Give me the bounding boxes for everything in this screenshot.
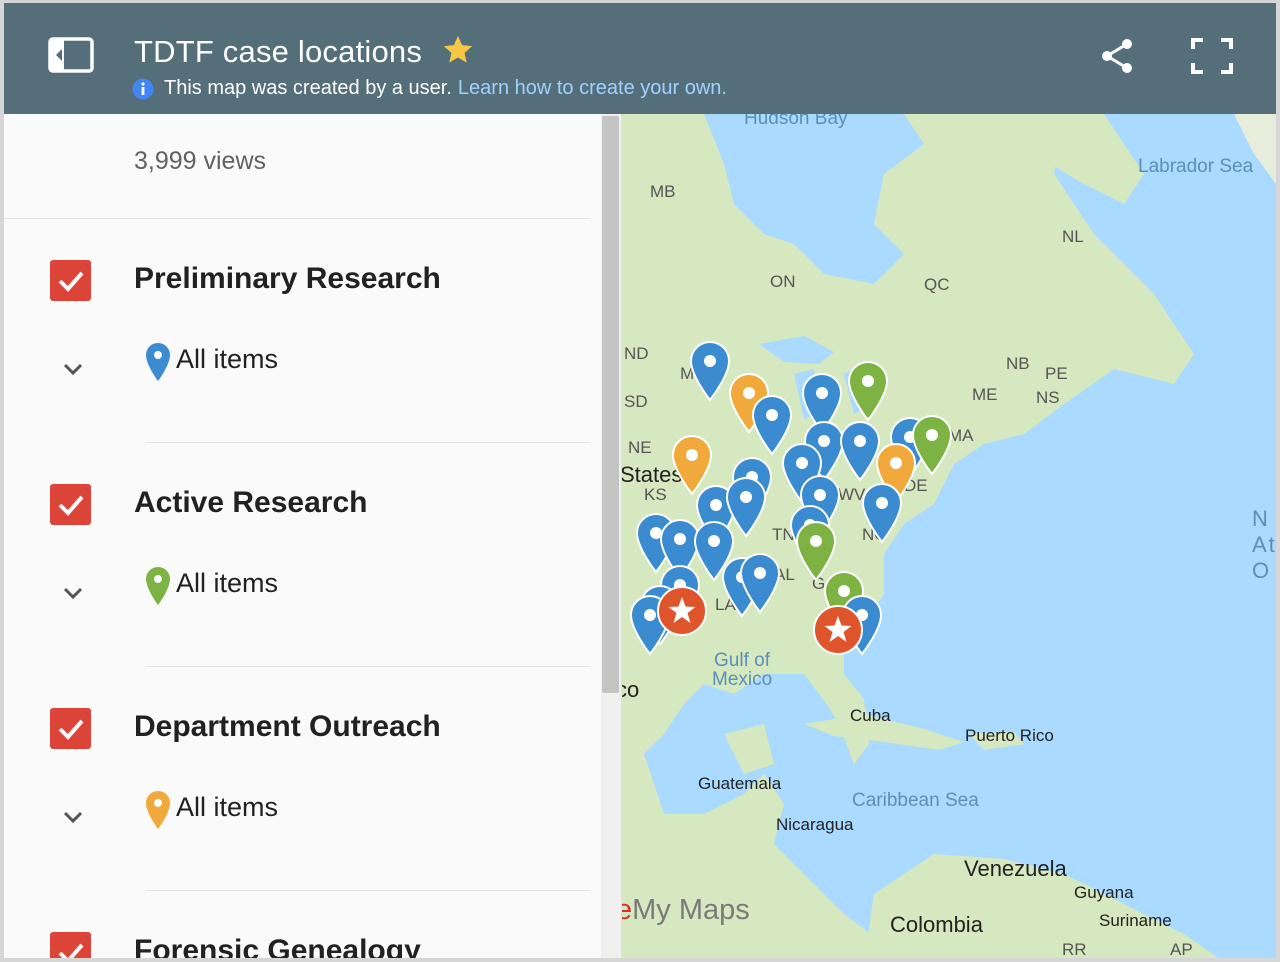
layer-title-department-outreach: Department Outreach [134, 710, 441, 743]
map-star-marker[interactable] [812, 604, 864, 656]
label-mexico-water: Mexico [712, 669, 773, 690]
label-puerto-rico: Puerto Rico [965, 726, 1054, 745]
label-ks: KS [644, 485, 667, 504]
map-header: TDTF case locations This map was created… [4, 3, 1276, 114]
layer-checkbox-department-outreach[interactable] [50, 708, 91, 749]
label-qc: QC [924, 275, 950, 294]
sidebar-toggle-icon[interactable] [48, 37, 94, 73]
star-icon[interactable] [441, 33, 475, 67]
label-labrador-sea: Labrador Sea [1138, 156, 1254, 177]
layer-item-all-active[interactable]: All items [176, 568, 278, 599]
label-north-atlantic: N At O [1252, 506, 1276, 583]
label-mb: MB [650, 182, 676, 201]
check-icon [58, 719, 84, 740]
pin-orange-icon [146, 791, 170, 829]
chevron-down-icon[interactable] [60, 583, 86, 603]
map-pin-blue[interactable] [860, 482, 904, 544]
pin-green-icon [146, 567, 170, 605]
label-colombia: Colombia [890, 912, 983, 937]
map-pin-green[interactable] [910, 414, 954, 476]
divider [146, 890, 590, 891]
layer-checkbox-preliminary-research[interactable] [50, 260, 91, 301]
chevron-down-icon[interactable] [60, 359, 86, 379]
label-hudson-bay: Hudson Bay [744, 114, 848, 129]
chevron-down-icon[interactable] [60, 807, 86, 827]
label-guyana: Guyana [1074, 883, 1134, 902]
learn-more-link[interactable]: Learn how to create your own. [458, 77, 727, 100]
label-cuba: Cuba [850, 706, 891, 725]
label-pe: PE [1045, 364, 1068, 383]
layer-item-all-outreach[interactable]: All items [176, 792, 278, 823]
pin-blue-icon [146, 343, 170, 381]
layer-title-forensic-genealogy: Forensic Genealogy [134, 934, 421, 962]
label-nb: NB [1006, 354, 1030, 373]
label-ne: NE [628, 438, 652, 457]
label-nd: ND [624, 344, 649, 363]
label-caribbean-sea: Caribbean Sea [852, 790, 979, 811]
map-star-marker[interactable] [656, 585, 708, 637]
info-icon [132, 78, 154, 99]
label-on: ON [770, 272, 796, 291]
divider [146, 666, 590, 667]
check-icon [58, 943, 84, 958]
divider [146, 442, 590, 443]
check-icon [58, 495, 84, 516]
map-pin-green[interactable] [846, 360, 890, 422]
subtitle-text: This map was created by a user. [164, 77, 452, 99]
my-maps-logo-text: My Maps [632, 894, 750, 926]
my-maps-logo: eMy Maps [616, 894, 750, 927]
legend-sidebar: 3,999 views Preliminary Research All ite… [4, 114, 622, 962]
map-viewer: Hudson Bay Labrador Sea MB NL ON QC NB P… [0, 0, 1280, 962]
label-sd: SD [624, 392, 648, 411]
share-icon[interactable] [1097, 36, 1137, 76]
label-me: ME [972, 385, 998, 404]
fullscreen-icon[interactable] [1190, 37, 1234, 75]
layer-title-preliminary-research: Preliminary Research [134, 262, 441, 295]
layer-checkbox-active-research[interactable] [50, 484, 91, 525]
check-icon [58, 271, 84, 292]
map-pin-blue[interactable] [688, 340, 732, 402]
label-suriname: Suriname [1099, 911, 1172, 930]
layer-checkbox-forensic-genealogy[interactable] [50, 932, 91, 958]
label-ap: AP [1170, 940, 1193, 959]
label-nl: NL [1062, 227, 1084, 246]
divider [4, 218, 590, 219]
map-subtitle: This map was created by a user. Learn ho… [132, 77, 727, 100]
view-count: 3,999 views [134, 147, 267, 175]
label-guatemala: Guatemala [698, 774, 782, 793]
label-ns: NS [1036, 388, 1060, 407]
map-pin-blue[interactable] [738, 552, 782, 614]
layer-item-all-preliminary[interactable]: All items [176, 344, 278, 375]
map-title: TDTF case locations [134, 34, 423, 69]
label-rr: RR [1062, 940, 1087, 959]
layer-title-active-research: Active Research [134, 486, 368, 519]
sidebar-scrollbar-thumb[interactable] [602, 116, 619, 693]
label-nicaragua: Nicaragua [776, 815, 854, 834]
label-venezuela: Venezuela [964, 856, 1067, 881]
